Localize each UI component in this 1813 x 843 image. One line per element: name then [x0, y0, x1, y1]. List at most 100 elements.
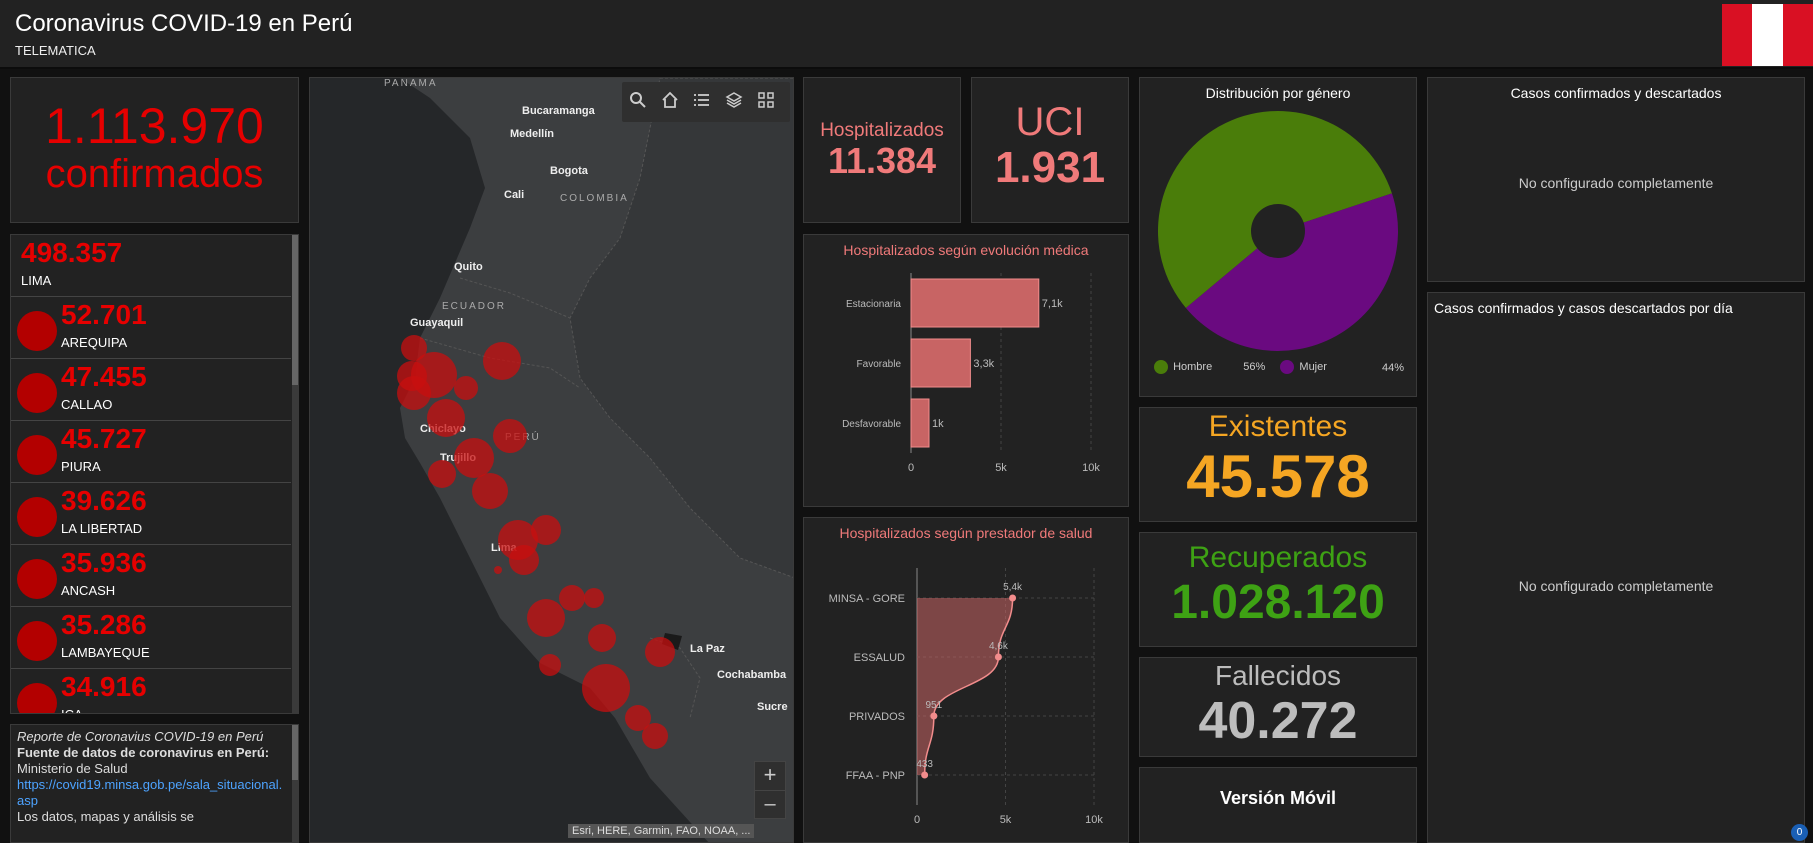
scrollbar-thumb[interactable] — [292, 235, 298, 385]
category-label: Estacionaria — [846, 299, 901, 310]
data-point[interactable] — [1009, 594, 1017, 602]
x-tick-label: 0 — [914, 814, 920, 826]
prestador-area-chart: 0 5k 10k MINSA - GORE 5,4k ESSALUD 4,6k PRIVADO… — [829, 568, 1103, 826]
case-marker[interactable] — [588, 624, 616, 652]
x-tick-label: 5k — [1000, 814, 1012, 826]
report-link[interactable]: https://covid19.minsa.gob.pe/sala_situac… — [17, 777, 292, 809]
region-dot-icon — [17, 683, 57, 713]
case-marker[interactable] — [493, 419, 527, 453]
existentes-value: 45.578 — [1186, 443, 1370, 510]
case-marker[interactable] — [428, 460, 456, 488]
region-list-item[interactable]: 35.286 LAMBAYEQUE — [11, 607, 291, 669]
region-label: ANCASH — [61, 583, 116, 598]
version-movil-link[interactable]: Versión Móvil — [1140, 788, 1416, 809]
region-dot-icon — [17, 497, 57, 537]
region-value: 35.936 — [61, 547, 147, 578]
legend-hombre-label: Hombre — [1173, 361, 1213, 373]
region-list-scrollbar[interactable] — [292, 235, 298, 713]
confirmed-panel: 1.113.970 confirmados — [10, 77, 299, 223]
region-list-item[interactable]: 35.936 ANCASH — [11, 545, 291, 607]
region-dot-icon — [17, 373, 57, 413]
version-movil-panel[interactable]: Versión Móvil — [1139, 767, 1417, 843]
region-list-item[interactable]: 498.357 LIMA — [11, 235, 291, 297]
region-dot-icon — [17, 435, 57, 475]
case-marker[interactable] — [494, 566, 502, 574]
existentes-label: Existentes — [1208, 410, 1348, 443]
report-scrollbar[interactable] — [292, 725, 298, 842]
region-list-item[interactable]: 39.626 LA LIBERTAD — [11, 483, 291, 545]
category-label: FFAA - PNP — [846, 770, 905, 782]
genero-legend: Hombre 56% Mujer 44% — [1154, 360, 1404, 374]
case-marker[interactable] — [527, 599, 565, 637]
case-marker[interactable] — [454, 376, 478, 400]
data-label: 3,3k — [973, 358, 994, 370]
case-marker[interactable] — [401, 335, 427, 361]
data-point[interactable] — [930, 712, 938, 720]
data-label: 5,4k — [1003, 582, 1023, 593]
recuperados-value: 1.028.120 — [1171, 576, 1385, 629]
x-tick-label: 10k — [1082, 462, 1100, 474]
bar[interactable] — [910, 398, 930, 448]
map[interactable]: PANAMA Bucaramanga Medellín Bogota Cali COLOM… — [309, 77, 794, 843]
page-subtitle: TELEMATICA — [15, 43, 96, 58]
case-marker[interactable] — [397, 361, 427, 391]
genero-panel: Distribución por género Hombre 56% Mujer… — [1139, 77, 1417, 397]
map-label: Medellín — [510, 128, 555, 140]
region-list-item[interactable]: 52.701 AREQUIPA — [11, 297, 291, 359]
case-marker[interactable] — [645, 637, 675, 667]
region-label: CALLAO — [61, 397, 113, 412]
case-marker[interactable] — [472, 473, 508, 509]
x-tick-label: 0 — [908, 462, 914, 474]
fallecidos-label: Fallecidos — [1214, 660, 1342, 691]
region-label: AREQUIPA — [61, 335, 128, 350]
bar[interactable] — [910, 338, 971, 388]
list-icon[interactable] — [686, 84, 718, 116]
zoom-in-button[interactable]: + — [755, 762, 785, 791]
zoom-out-button[interactable]: – — [755, 791, 785, 818]
notification-badge[interactable]: 0 — [1791, 824, 1808, 841]
data-point[interactable] — [921, 771, 929, 779]
layers-icon[interactable] — [718, 84, 750, 116]
map-label: Cochabamba — [717, 669, 787, 681]
region-list-item[interactable]: 45.727 PIURA — [11, 421, 291, 483]
confirmed-label: confirmados — [45, 152, 264, 196]
report-title: Reporte de Coronavius COVID-19 en Perú — [17, 729, 264, 744]
region-label: LA LIBERTAD — [61, 521, 143, 536]
case-marker[interactable] — [483, 342, 521, 380]
map-attribution[interactable]: Esri, HERE, Garmin, FAO, NOAA, ... — [568, 824, 755, 838]
fallecidos-value: 40.272 — [1198, 692, 1358, 750]
data-label: 433 — [916, 759, 933, 770]
region-label: LAMBAYEQUE — [61, 645, 150, 660]
region-list-item[interactable]: 34.916 ICA — [11, 669, 291, 713]
data-point[interactable] — [994, 653, 1002, 661]
report-source-label: Fuente de datos de coronavirus en Perú: — [17, 745, 270, 760]
case-marker[interactable] — [427, 399, 465, 437]
casos-dia-title: Casos confirmados y casos descartados po… — [1434, 300, 1733, 316]
case-marker[interactable] — [539, 654, 561, 676]
evolucion-chart-panel: Hospitalizados según evolución médica 0 5… — [803, 234, 1129, 507]
casos-panel: Casos confirmados y descartados No confi… — [1427, 77, 1805, 282]
case-marker[interactable] — [584, 588, 604, 608]
uci-label: UCI — [1015, 100, 1085, 144]
case-marker[interactable] — [498, 520, 538, 560]
case-marker[interactable] — [582, 664, 630, 712]
prestador-chart-panel: Hospitalizados según prestador de salud … — [803, 517, 1129, 843]
case-marker[interactable] — [642, 723, 668, 749]
region-list[interactable]: 498.357 LIMA 52.701 AREQUIPA 47.455 CALLAO 45.… — [10, 234, 299, 714]
case-marker[interactable] — [454, 438, 494, 478]
map-label: La Paz — [690, 643, 725, 655]
x-tick-label: 10k — [1085, 814, 1103, 826]
map-label: Bucaramanga — [522, 105, 595, 117]
case-marker[interactable] — [559, 585, 585, 611]
home-icon[interactable] — [654, 84, 686, 116]
data-label: 7,1k — [1042, 298, 1063, 310]
search-icon[interactable] — [622, 84, 654, 116]
recuperados-label: Recuperados — [1188, 541, 1368, 574]
bar[interactable] — [910, 278, 1040, 328]
legend-mujer-label: Mujer — [1299, 361, 1327, 373]
uci-panel: UCI 1.931 — [971, 77, 1129, 223]
scrollbar-thumb[interactable] — [292, 725, 298, 780]
qr-icon[interactable] — [750, 84, 782, 116]
map-label: ECUADOR — [442, 301, 507, 312]
region-list-item[interactable]: 47.455 CALLAO — [11, 359, 291, 421]
